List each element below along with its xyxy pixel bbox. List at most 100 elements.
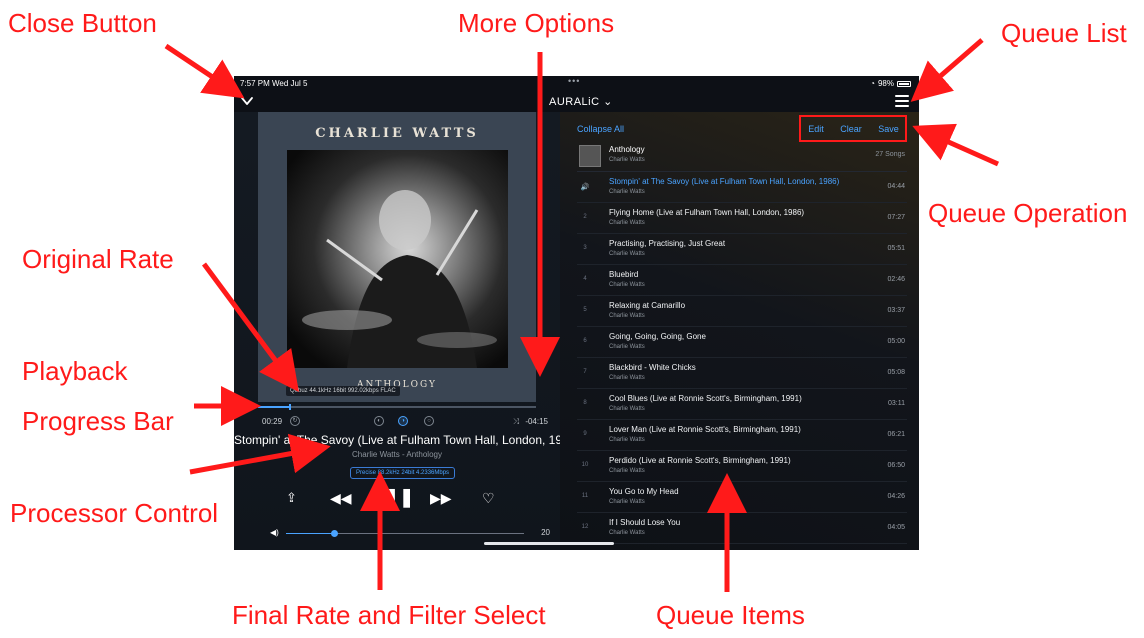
queue-track-row[interactable]: 12 If I Should Lose You Charlie Watts 04:05	[577, 513, 907, 544]
queue-track-row[interactable]: 3 Practising, Practising, Just Great Charl…	[577, 234, 907, 265]
player-panel: CHARLIE WATTS ANTHOLOGY Qobuz 44.1kHz 16…	[234, 112, 580, 550]
album-group-header[interactable]: Anthology Charlie Watts 27 Songs	[577, 144, 907, 172]
track-artist: Charlie Watts	[609, 468, 645, 474]
clear-button[interactable]: Clear	[840, 124, 862, 134]
track-artist: Charlie Watts	[609, 282, 645, 288]
status-time: 7:57 PM Wed Jul 5	[240, 79, 308, 88]
speaker-icon: ◀)	[270, 528, 279, 537]
track-title: Stompin' at The Savoy (Live at Fulham To…	[609, 177, 840, 186]
track-duration: 04:44	[887, 183, 905, 190]
queue-track-row[interactable]: 4 Bluebird Charlie Watts 02:46	[577, 265, 907, 296]
track-artist: Charlie Watts	[609, 189, 645, 195]
track-title: Perdido (Live at Ronnie Scott's, Birming…	[609, 456, 791, 465]
battery-indicator: ◔ 98%	[870, 79, 911, 88]
track-number: 7	[583, 369, 587, 375]
track-duration: 07:27	[887, 214, 905, 221]
queue-track-row[interactable]: 10 Perdido (Live at Ronnie Scott's, Birmi…	[577, 451, 907, 482]
track-number: 5	[583, 307, 587, 313]
volume-slider[interactable]	[286, 530, 524, 537]
progress-fill	[258, 406, 289, 408]
album-thumbnail	[579, 145, 601, 167]
queue-track-row[interactable]: 7 Blackbird - White Chicks Charlie Watts 05…	[577, 358, 907, 389]
album-name: Anthology	[609, 145, 645, 154]
volume-knob[interactable]	[331, 530, 338, 537]
queue-operations: Edit Clear Save	[800, 118, 907, 140]
annotation-queue-list: Queue List	[1001, 18, 1127, 48]
queue-track-row[interactable]: 🔊 Stompin' at The Savoy (Live at Fulham T…	[577, 172, 907, 203]
close-icon[interactable]	[240, 94, 254, 108]
track-number: 11	[581, 493, 589, 499]
annotation-original-rate: Original Rate	[22, 244, 174, 274]
processor-option-icon[interactable]: ○	[424, 416, 434, 426]
track-duration: 02:46	[887, 276, 905, 283]
track-artist: Charlie Watts	[609, 313, 645, 319]
track-number: 2	[583, 214, 587, 220]
collapse-all-button[interactable]: Collapse All	[577, 124, 624, 134]
app-screen: 7:57 PM Wed Jul 5 ••• ◔ 98% AURALiC ⌄ CH…	[234, 76, 919, 550]
queue-list-icon[interactable]	[895, 95, 909, 107]
drummer-photo-icon	[302, 190, 497, 368]
album-cover: CHARLIE WATTS ANTHOLOGY Qobuz 44.1kHz 16…	[258, 112, 536, 402]
original-rate-badge: Qobuz 44.1kHz 16bit 992.02kbps FLAC	[286, 386, 400, 396]
favorite-icon[interactable]: ♡	[482, 490, 495, 507]
track-artist: Charlie Watts	[609, 344, 645, 350]
arrow-close-button	[164, 43, 245, 99]
annotation-queue-items: Queue Items	[656, 600, 805, 630]
now-playing-artist: Charlie Watts - Anthology	[352, 450, 442, 459]
track-duration: 03:11	[888, 400, 905, 407]
track-number: 6	[583, 338, 587, 344]
elapsed-time: 00:29	[262, 417, 283, 426]
annotation-progress-bar: Progress Bar	[22, 406, 174, 436]
progress-knob[interactable]	[289, 404, 291, 410]
queue-track-row[interactable]: 5 Relaxing at Camarillo Charlie Watts 03:37	[577, 296, 907, 327]
progress-bar[interactable]	[258, 404, 536, 410]
edit-button[interactable]: Edit	[808, 124, 824, 134]
track-artist: Charlie Watts	[609, 437, 645, 443]
album-artist: Charlie Watts	[609, 157, 645, 163]
processor-control-icon[interactable]: ◑	[398, 416, 408, 426]
shuffle-icon[interactable]: ⤨	[513, 417, 519, 426]
track-duration: 05:08	[887, 369, 905, 376]
track-title: Lover Man (Live at Ronnie Scott's, Birmi…	[609, 425, 801, 434]
queue-track-row[interactable]: 9 Lover Man (Live at Ronnie Scott's, Birm…	[577, 420, 907, 451]
previous-button[interactable]: ◀◀	[330, 490, 352, 507]
multitask-dots[interactable]: •••	[568, 76, 580, 86]
next-button[interactable]: ▶▶	[430, 490, 452, 507]
status-bar: 7:57 PM Wed Jul 5 ••• ◔ 98%	[234, 76, 919, 90]
volume-control[interactable]: ◀) 20	[270, 528, 550, 540]
cover-title: CHARLIE WATTS	[315, 126, 479, 141]
top-bar: AURALiC ⌄	[234, 90, 919, 112]
annotation-processor-control: Processor Control	[10, 498, 219, 528]
track-duration: 04:05	[887, 524, 905, 531]
repeat-icon[interactable]: ↻	[290, 416, 300, 426]
track-number: 10	[581, 462, 589, 468]
annotation-more-options: More Options	[458, 8, 615, 38]
share-icon[interactable]: ⇪	[286, 490, 297, 506]
track-duration: 05:00	[887, 338, 905, 345]
annotation-playback: Playback	[22, 356, 128, 386]
queue-track-row[interactable]: 6 Going, Going, Going, Gone Charlie Watts 0…	[577, 327, 907, 358]
playback-controls: ⇪ ◀◀ ❚❚ ▶▶ ♡	[234, 487, 560, 512]
arrow-queue-list	[910, 38, 984, 102]
remaining-time: ⤨ -04:15	[513, 417, 548, 427]
track-title: Going, Going, Going, Gone	[609, 332, 706, 341]
cover-photo	[287, 150, 508, 368]
track-title: If I Should Lose You	[609, 518, 681, 527]
home-indicator[interactable]	[484, 542, 614, 545]
volume-fill	[286, 533, 334, 534]
processor-mode-icon[interactable]: ◐	[374, 416, 384, 426]
device-selector[interactable]: AURALiC ⌄	[549, 95, 613, 108]
track-number: 12	[581, 524, 589, 530]
final-rate-filter-select[interactable]: Precise 88.2kHz 24bit 4.2336Mbps	[350, 467, 456, 479]
queue-track-row[interactable]: 11 You Go to My Head Charlie Watts 04:26	[577, 482, 907, 513]
annotation-queue-operation: Queue Operation	[928, 198, 1128, 228]
now-playing-title: Stompin' at The Savoy (Live at Fulham To…	[234, 433, 580, 447]
pause-button[interactable]: ❚❚	[384, 487, 414, 508]
wifi-icon: ◔	[870, 79, 875, 88]
queue-track-row[interactable]: 2 Flying Home (Live at Fulham Town Hall, …	[577, 203, 907, 234]
time-row: 00:29 ↻ ◐ ◑ ○ ⤨ -04:15	[258, 416, 548, 429]
save-button[interactable]: Save	[878, 124, 899, 134]
track-artist: Charlie Watts	[609, 375, 645, 381]
queue-track-row[interactable]: 8 Cool Blues (Live at Ronnie Scott's, Bir…	[577, 389, 907, 420]
arrow-queue-operation	[912, 123, 1000, 167]
